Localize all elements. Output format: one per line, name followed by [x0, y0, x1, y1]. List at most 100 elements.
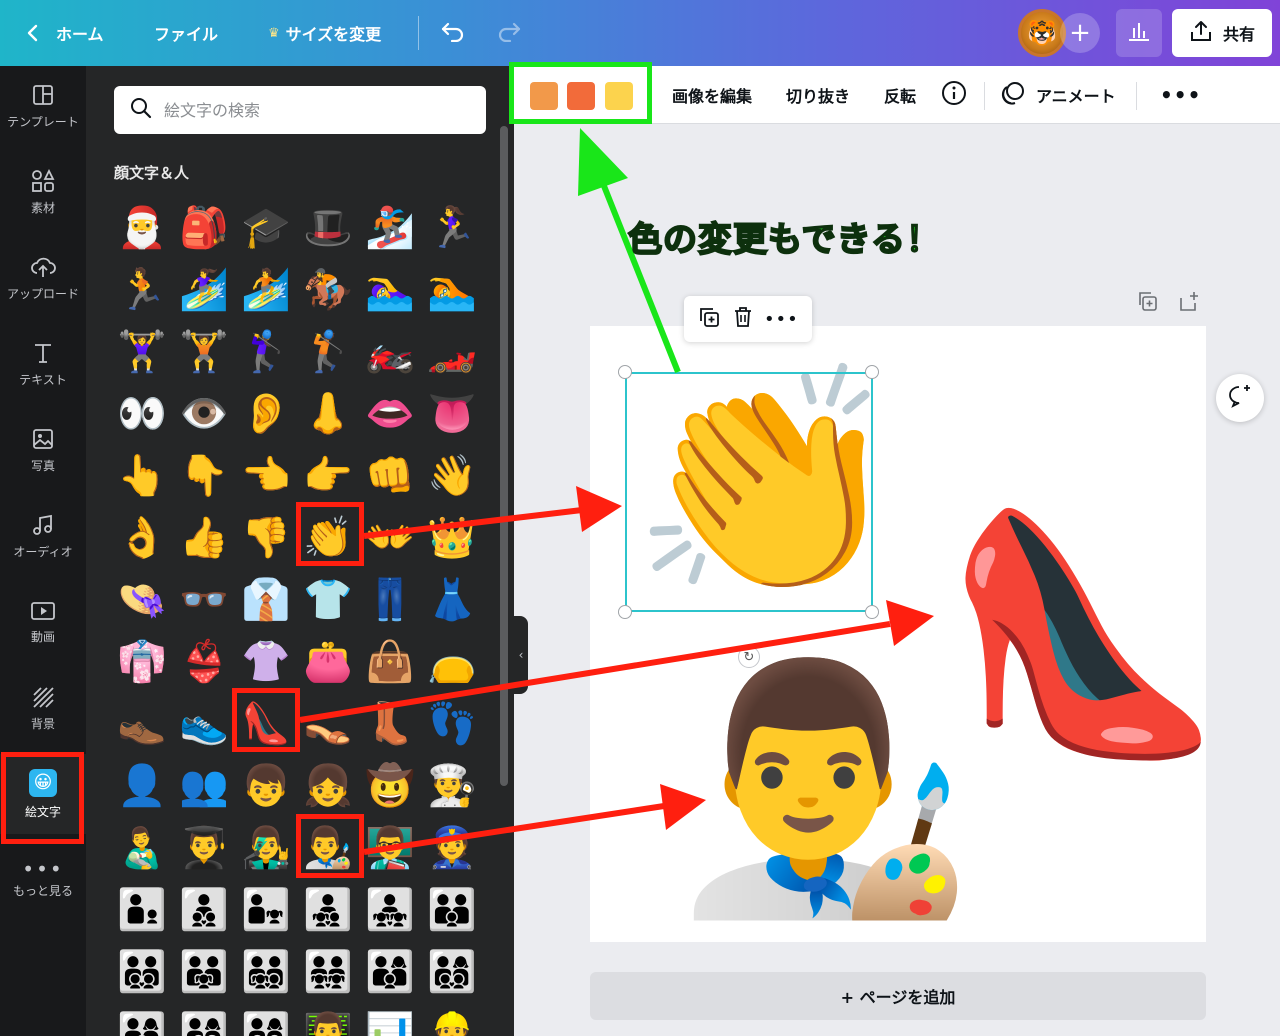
- resize-handle[interactable]: [618, 365, 632, 379]
- emoji-cell[interactable]: 👡: [300, 696, 356, 752]
- emoji-cell[interactable]: 🏌️‍♀️: [238, 324, 294, 380]
- emoji-cell[interactable]: 👨‍👨‍👧‍👦: [238, 944, 294, 1000]
- emoji-cell[interactable]: 👗: [424, 572, 480, 628]
- emoji-cell[interactable]: 👨‍🎤: [238, 820, 294, 876]
- emoji-cell[interactable]: 🎒: [176, 200, 232, 256]
- rail-item-background[interactable]: 背景: [0, 668, 86, 748]
- emoji-cell[interactable]: 👨‍👩‍👧‍👦: [176, 1006, 232, 1036]
- emoji-cell[interactable]: 👨‍👩‍👦: [362, 944, 418, 1000]
- rail-item-elements[interactable]: 素材: [0, 152, 86, 232]
- emoji-cell[interactable]: 👨‍👧: [238, 882, 294, 938]
- copy-element-button[interactable]: [697, 305, 721, 333]
- rail-item-uploads[interactable]: アップロード: [0, 238, 86, 318]
- rail-item-photos[interactable]: 写真: [0, 410, 86, 490]
- emoji-cell[interactable]: 🏃: [114, 262, 170, 318]
- file-menu-button[interactable]: ファイル: [154, 0, 218, 66]
- crop-button[interactable]: 切り抜き: [786, 66, 850, 124]
- emoji-cell[interactable]: 👨‍🎓: [176, 820, 232, 876]
- flip-button[interactable]: 反転: [884, 66, 916, 124]
- emoji-cell[interactable]: 👉: [300, 448, 356, 504]
- animate-button[interactable]: アニメート: [1000, 66, 1116, 124]
- emoji-cell[interactable]: 👣: [424, 696, 480, 752]
- emoji-cell[interactable]: 👨‍👨‍👦: [424, 882, 480, 938]
- emoji-cell[interactable]: 🎓: [238, 200, 294, 256]
- emoji-cell[interactable]: 👨‍👩‍👧‍👧: [238, 1006, 294, 1036]
- rotate-handle[interactable]: ↻: [738, 646, 760, 668]
- info-button[interactable]: [941, 66, 967, 124]
- emoji-cell[interactable]: 👤: [114, 758, 170, 814]
- emoji-cell[interactable]: 👨‍💻: [300, 1006, 356, 1036]
- emoji-cell[interactable]: 👨‍👧‍👧: [362, 882, 418, 938]
- panel-scrollbar[interactable]: [500, 126, 508, 786]
- more-options-button[interactable]: •••: [1160, 66, 1201, 124]
- emoji-cell[interactable]: 🏇: [300, 262, 356, 318]
- canvas-artist-emoji[interactable]: 👨‍🎨: [676, 668, 975, 908]
- emoji-cell[interactable]: 👖: [362, 572, 418, 628]
- insights-button[interactable]: [1116, 9, 1162, 57]
- emoji-cell[interactable]: 👆: [114, 448, 170, 504]
- add-page-button[interactable]: + ページを追加: [590, 972, 1206, 1020]
- collapse-panel-handle[interactable]: ‹: [514, 616, 528, 694]
- emoji-cell[interactable]: 👐: [362, 510, 418, 566]
- emoji-cell[interactable]: 🏊‍♀️: [362, 262, 418, 318]
- emoji-cell[interactable]: 👞: [114, 696, 170, 752]
- rail-item-text[interactable]: テキスト: [0, 324, 86, 404]
- emoji-cell[interactable]: 👢: [362, 696, 418, 752]
- emoji-cell[interactable]: 👨‍👨‍👦‍👦: [114, 944, 170, 1000]
- emoji-cell[interactable]: 🏂: [362, 200, 418, 256]
- add-page-icon-button[interactable]: [1178, 290, 1200, 316]
- undo-button[interactable]: [440, 0, 466, 66]
- emoji-cell[interactable]: 👝: [424, 634, 480, 690]
- emoji-cell[interactable]: 👒: [114, 572, 170, 628]
- emoji-cell[interactable]: 👁️: [176, 386, 232, 442]
- emoji-cell[interactable]: 👜: [362, 634, 418, 690]
- emoji-cell[interactable]: 👟: [176, 696, 232, 752]
- emoji-cell[interactable]: 👥: [176, 758, 232, 814]
- emoji-cell[interactable]: 👔: [238, 572, 294, 628]
- emoji-cell[interactable]: 👋: [424, 448, 480, 504]
- emoji-cell[interactable]: 👃: [300, 386, 356, 442]
- resize-handle[interactable]: [865, 365, 879, 379]
- home-button[interactable]: ホーム: [24, 0, 104, 66]
- emoji-cell[interactable]: 👨‍👩‍👦‍👦: [424, 944, 480, 1000]
- emoji-cell[interactable]: 👅: [424, 386, 480, 442]
- emoji-cell[interactable]: 👦: [238, 758, 294, 814]
- rail-item-more[interactable]: ••• もっと見る: [0, 840, 86, 920]
- emoji-cell[interactable]: 👑: [424, 510, 480, 566]
- emoji-search[interactable]: [114, 86, 486, 134]
- edit-image-button[interactable]: 画像を編集: [672, 66, 752, 124]
- emoji-cell[interactable]: 👈: [238, 448, 294, 504]
- emoji-cell[interactable]: 👓: [176, 572, 232, 628]
- emoji-cell[interactable]: 👙: [176, 634, 232, 690]
- emoji-cell[interactable]: 👨‍🍳: [424, 758, 480, 814]
- redo-button[interactable]: [496, 0, 522, 66]
- add-collaborator-button[interactable]: +: [1060, 13, 1100, 53]
- emoji-cell[interactable]: 👨‍👩‍👧: [114, 1006, 170, 1036]
- emoji-cell[interactable]: 👧: [300, 758, 356, 814]
- emoji-cell[interactable]: 🏍️: [362, 324, 418, 380]
- emoji-cell[interactable]: 👀: [114, 386, 170, 442]
- add-comment-button[interactable]: [1216, 374, 1264, 422]
- emoji-cell[interactable]: 🏃‍♀️: [424, 200, 480, 256]
- rail-item-templates[interactable]: テンプレート: [0, 66, 86, 146]
- emoji-search-input[interactable]: [164, 100, 464, 120]
- emoji-cell[interactable]: 🏎️: [424, 324, 480, 380]
- emoji-cell[interactable]: 👨‍👧‍👦: [300, 882, 356, 938]
- resize-button[interactable]: ♛ サイズを変更: [268, 0, 381, 66]
- emoji-cell[interactable]: 🏄: [238, 262, 294, 318]
- resize-handle[interactable]: [865, 605, 879, 619]
- emoji-cell[interactable]: 🏌️: [300, 324, 356, 380]
- emoji-cell[interactable]: 🎅: [114, 200, 170, 256]
- emoji-cell[interactable]: 👨‍🏫: [362, 820, 418, 876]
- emoji-cell[interactable]: 👨‍🍼: [114, 820, 170, 876]
- emoji-cell[interactable]: 👚: [238, 634, 294, 690]
- duplicate-page-button[interactable]: [1136, 290, 1158, 316]
- emoji-cell[interactable]: 👨‍👦: [114, 882, 170, 938]
- emoji-cell[interactable]: 👘: [114, 634, 170, 690]
- emoji-cell[interactable]: 👄: [362, 386, 418, 442]
- emoji-cell[interactable]: 👛: [300, 634, 356, 690]
- canvas-high-heel-emoji[interactable]: 👠: [940, 520, 1226, 750]
- trash-icon[interactable]: [732, 305, 754, 333]
- emoji-cell[interactable]: 🏊: [424, 262, 480, 318]
- emoji-cell[interactable]: 👮: [424, 820, 480, 876]
